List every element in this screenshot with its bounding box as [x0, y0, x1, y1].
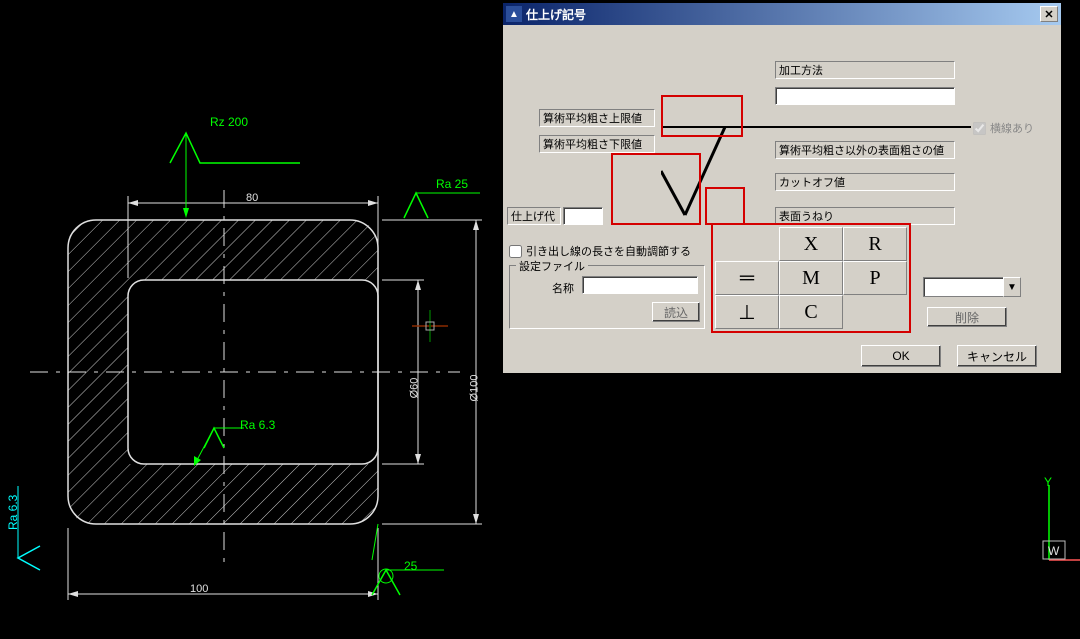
surface-finish-dialog: ▲ 仕上げ記号 ✕ 加工方法 算術平均粗さ上限値 算術平均粗さ下限値 横線あり: [502, 2, 1062, 374]
label-upper: 算術平均粗さ上限値: [539, 109, 655, 127]
dialog-titlebar[interactable]: ▲ 仕上げ記号 ✕: [503, 3, 1061, 25]
label-cutoff: カットオフ値: [775, 173, 955, 191]
input-proc-method[interactable]: [775, 87, 955, 105]
symbol-preview: [661, 95, 791, 230]
connector-line: [723, 126, 971, 128]
sym-c[interactable]: C: [779, 295, 843, 329]
settings-dropdown[interactable]: ▼: [923, 277, 1021, 297]
input-settings-name[interactable]: [582, 276, 698, 294]
label-waviness: 表面うねり: [775, 207, 955, 225]
dialog-title: 仕上げ記号: [526, 6, 586, 23]
input-finish-allow[interactable]: [563, 207, 603, 225]
label-ra63: Ra 6.3: [240, 418, 275, 432]
sym-perp[interactable]: ⊥: [715, 295, 779, 329]
delete-button[interactable]: 削除: [927, 307, 1007, 327]
sym-equal[interactable]: ═: [715, 261, 779, 295]
group-title: 設定ファイル: [516, 258, 588, 274]
sym-x[interactable]: X: [779, 227, 843, 261]
label-finish-allow: 仕上げ代: [507, 207, 561, 225]
dim-d60: Ø60: [408, 378, 420, 399]
sym-p[interactable]: P: [843, 261, 907, 295]
sym-m[interactable]: M: [779, 261, 843, 295]
dim-d100: Ø100: [468, 375, 480, 402]
label-lower: 算術平均粗さ下限値: [539, 135, 655, 153]
label-ra63-left: Ra 6.3: [6, 495, 20, 530]
app-icon: ▲: [506, 6, 522, 22]
axis-w: W: [1048, 544, 1059, 558]
chevron-down-icon[interactable]: ▼: [1003, 277, 1021, 297]
chk-leader-auto[interactable]: 引き出し線の長さを自動調節する: [509, 243, 691, 259]
symbol-picker: ═ ⊥ X M C R P: [715, 227, 907, 329]
dim-25: 25: [404, 559, 417, 573]
load-button[interactable]: 読込: [652, 302, 700, 322]
sym-r[interactable]: R: [843, 227, 907, 261]
label-ra25: Ra 25: [436, 177, 468, 191]
ok-button[interactable]: OK: [861, 345, 941, 367]
label-rz200: Rz 200: [210, 115, 248, 129]
close-icon[interactable]: ✕: [1040, 6, 1058, 22]
cancel-button[interactable]: キャンセル: [957, 345, 1037, 367]
dialog-body: 加工方法 算術平均粗さ上限値 算術平均粗さ下限値 横線あり 算術平均粗さ以外の表…: [503, 25, 1061, 373]
dim-100: 100: [190, 583, 208, 595]
axis-y: Y: [1044, 475, 1052, 489]
chk-has-line[interactable]: 横線あり: [973, 120, 1034, 136]
dim-80: 80: [246, 192, 258, 204]
label-proc-method: 加工方法: [775, 61, 955, 79]
label-other-rough: 算術平均粗さ以外の表面粗さの値: [775, 141, 955, 159]
label-name: 名称: [552, 280, 574, 296]
group-settings-file: 設定ファイル 名称 読込: [509, 265, 705, 329]
